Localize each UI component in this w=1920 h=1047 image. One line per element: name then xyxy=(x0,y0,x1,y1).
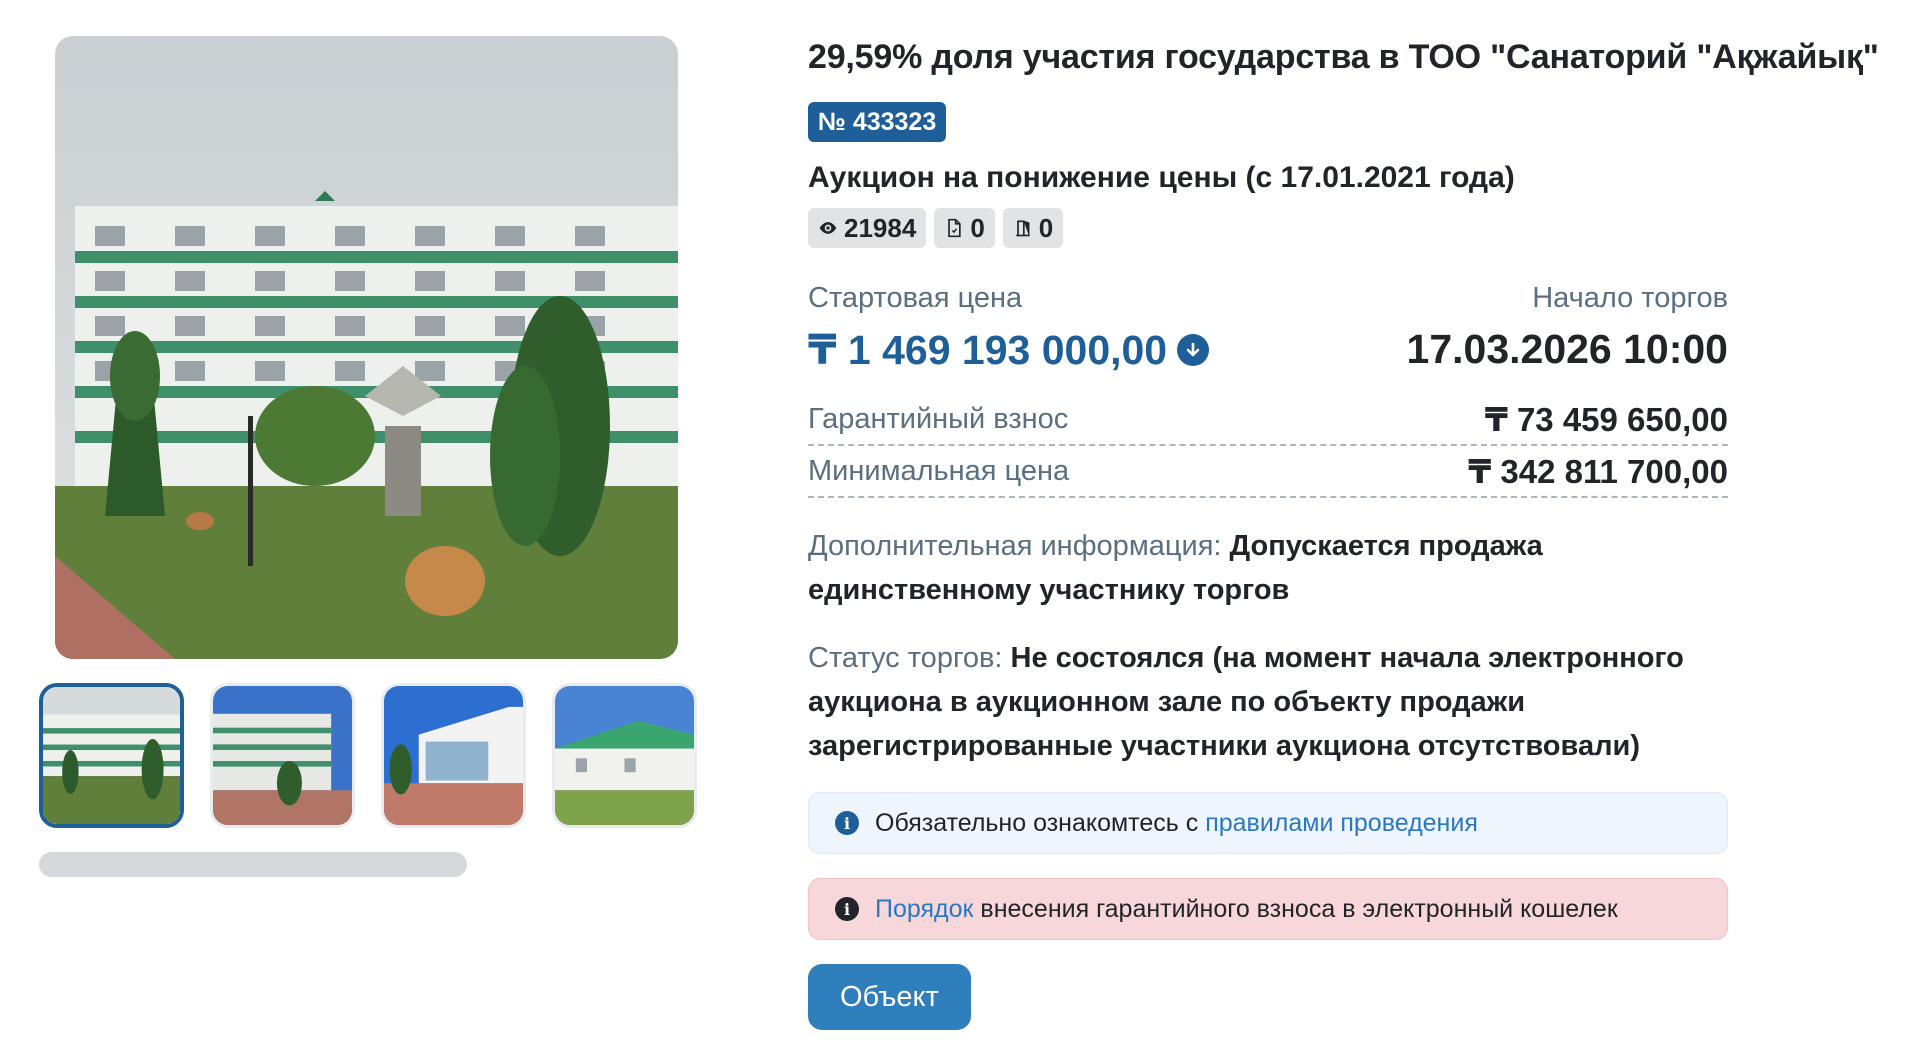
min-price-label: Минимальная цена xyxy=(808,454,1070,487)
auction-type: Аукцион на понижение цены (с 17.01.2021 … xyxy=(808,161,1515,194)
thumbnail-3[interactable] xyxy=(381,683,526,828)
views-count: 21984 xyxy=(844,212,917,243)
thumbnail-4[interactable] xyxy=(552,683,697,828)
min-price-row: Минимальная цена ₸ 342 811 700,00 xyxy=(808,446,1728,498)
documents-badge: 0 xyxy=(934,208,995,248)
lot-number-badge: № 433323 xyxy=(808,102,947,142)
views-badge: 21984 xyxy=(808,208,927,248)
deposit-label: Гарантийный взнос xyxy=(808,402,1069,435)
rules-alert-prefix: Обязательно ознакомтесь с xyxy=(875,808,1199,837)
deposit-value: ₸ 73 459 650,00 xyxy=(1484,400,1728,438)
status-label: Статус торгов: xyxy=(808,642,1003,674)
info-icon: i xyxy=(835,811,859,835)
start-date-label: Начало торгов xyxy=(1532,282,1728,314)
bids-count: 0 xyxy=(1038,212,1054,243)
lot-stats: 21984 0 0 xyxy=(808,208,1920,248)
min-price-value: ₸ 342 811 700,00 xyxy=(1468,452,1728,490)
documents-count: 0 xyxy=(970,212,985,243)
thumbnail-strip xyxy=(39,683,697,828)
auction-status: Статус торгов: Не состоялся (на момент н… xyxy=(808,636,1728,768)
lot-info: 29,59% доля участия государства в ТОО "С… xyxy=(808,36,1920,1030)
main-photo[interactable] xyxy=(55,36,678,659)
rules-link[interactable]: правилами проведения xyxy=(1205,809,1478,837)
info-icon: i xyxy=(835,897,859,921)
start-price-value: ₸ 1 469 193 000,00 xyxy=(808,327,1168,373)
procedure-suffix: внесения гарантийного взноса в электронн… xyxy=(980,894,1618,923)
deposit-procedure-alert: i Порядок внесения гарантийного взноса в… xyxy=(808,878,1728,940)
procedure-link[interactable]: Порядок xyxy=(875,895,973,923)
start-price-label: Стартовая цена xyxy=(808,282,1023,314)
start-price: ₸ 1 469 193 000,00 xyxy=(808,326,1210,374)
price-block: Стартовая цена Начало торгов ₸ 1 469 193… xyxy=(808,282,1728,392)
rules-alert: i Обязательно ознакомтесь с правилами пр… xyxy=(808,792,1728,854)
extra-info: Дополнительная информация: Допускается п… xyxy=(808,524,1728,612)
thumbnail-2[interactable] xyxy=(210,683,355,828)
price-details: Гарантийный взнос ₸ 73 459 650,00 Минима… xyxy=(808,394,1920,498)
eye-icon xyxy=(819,222,837,234)
thumbnail-1[interactable] xyxy=(39,683,184,828)
extra-info-label: Дополнительная информация: xyxy=(808,530,1222,562)
object-button[interactable]: Объект xyxy=(808,964,971,1030)
start-date: 17.03.2026 10:00 xyxy=(1406,326,1728,372)
arrow-down-circle-icon[interactable] xyxy=(1177,334,1210,366)
lot-title: 29,59% доля участия государства в ТОО "С… xyxy=(808,38,1879,76)
deposit-row: Гарантийный взнос ₸ 73 459 650,00 xyxy=(808,394,1728,446)
rules-alert-text: Обязательно ознакомтесь с правилами пров… xyxy=(875,809,1478,838)
thumbnail-scrollbar[interactable] xyxy=(39,852,467,877)
bids-badge: 0 xyxy=(1002,208,1064,248)
door-icon xyxy=(1016,220,1030,237)
file-icon xyxy=(948,218,961,238)
deposit-procedure-text: Порядок внесения гарантийного взноса в э… xyxy=(875,895,1618,924)
